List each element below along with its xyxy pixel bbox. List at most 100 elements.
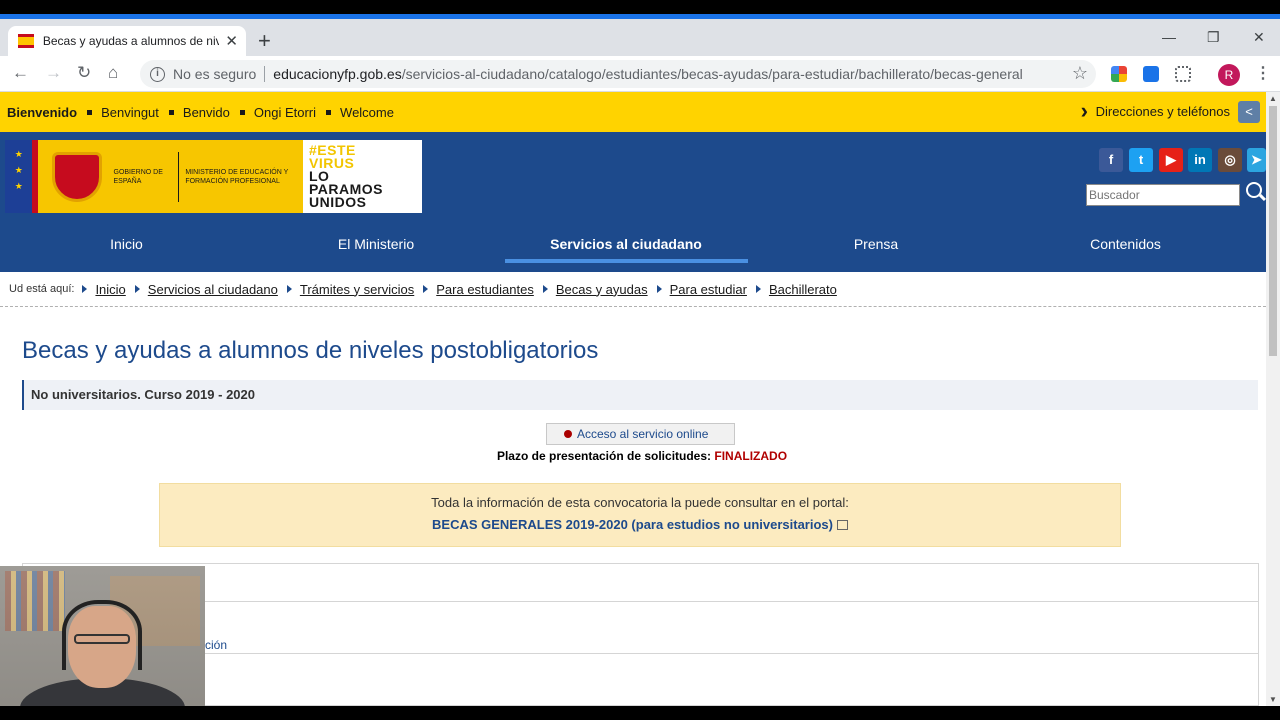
nav-el-ministerio[interactable]: El Ministerio xyxy=(253,236,499,252)
lang-bienvenido[interactable]: Bienvenido xyxy=(7,105,77,120)
breadcrumb-item[interactable]: Inicio xyxy=(95,282,125,297)
info-notice: Toda la información de esta convocatoria… xyxy=(159,483,1121,547)
bullet xyxy=(87,109,93,115)
external-link-icon xyxy=(836,520,848,530)
portal-link[interactable]: BECAS GENERALES 2019-2020 (para estudios… xyxy=(160,517,1120,532)
instagram-icon[interactable]: ◎ xyxy=(1218,148,1242,172)
glasses xyxy=(74,634,130,644)
logo-government-text: GOBIERNO DE ESPAÑA xyxy=(113,168,163,185)
breadcrumb-item[interactable]: Para estudiar xyxy=(670,282,747,297)
omnibox-divider xyxy=(264,66,266,82)
lang-benvido[interactable]: Benvido xyxy=(183,105,230,120)
main-navigation: Inicio El Ministerio Servicios al ciudad… xyxy=(0,224,1266,272)
breadcrumb-arrow-icon xyxy=(542,285,548,293)
breadcrumb-label: Ud está aquí: xyxy=(9,283,75,295)
browser-menu-icon[interactable]: ⋮ xyxy=(1255,63,1271,83)
accordion-list xyxy=(22,563,1259,706)
breadcrumb: Ud está aquí: Inicio Servicios al ciudad… xyxy=(0,272,1266,307)
browser-tab[interactable]: Becas y ayudas a alumnos de niv ✕ xyxy=(8,26,246,56)
list-item[interactable] xyxy=(23,564,1258,602)
logo-divider xyxy=(178,151,180,202)
linkedin-icon[interactable]: in xyxy=(1188,148,1212,172)
deadline-status: FINALIZADO xyxy=(714,449,788,463)
breadcrumb-arrow-icon xyxy=(755,285,761,293)
breadcrumb-arrow-icon xyxy=(82,285,88,293)
page-scrollbar[interactable]: ▲ ▼ xyxy=(1266,92,1280,706)
breadcrumb-arrow-icon xyxy=(134,285,140,293)
search-icon[interactable] xyxy=(1246,182,1262,198)
government-logo[interactable]: ★ ★ ★ GOBIERNO DE ESPAÑA MINISTERIO DE EDU… xyxy=(5,140,303,213)
minimize-icon[interactable]: — xyxy=(1162,29,1176,45)
profile-avatar[interactable]: R xyxy=(1218,64,1240,86)
site-info-icon[interactable]: i xyxy=(150,66,165,82)
restore-icon[interactable]: ❐ xyxy=(1207,29,1220,46)
bullet xyxy=(326,109,332,115)
extension-icon[interactable] xyxy=(1111,66,1127,82)
breadcrumb-item[interactable]: Bachillerato xyxy=(769,282,837,297)
info-text: Toda la información de esta convocatoria… xyxy=(431,495,849,510)
address-bar[interactable]: i No es seguro educacionyfp.gob.es /serv… xyxy=(140,60,1096,88)
eu-flag-icon: ★ ★ ★ xyxy=(5,140,33,213)
url-path: /servicios-al-ciudadano/catalogo/estudia… xyxy=(401,66,1022,82)
online-access-button[interactable]: Acceso al servicio online xyxy=(546,423,735,445)
course-subtitle: No universitarios. Curso 2019 - 2020 xyxy=(22,380,1258,410)
scrollbar-thumb[interactable] xyxy=(1269,106,1277,356)
campaign-line: UNIDOS xyxy=(309,194,367,210)
bullet xyxy=(239,109,245,115)
page-title: Becas y ayudas a alumnos de niveles post… xyxy=(22,337,599,364)
window-close-icon[interactable]: ✕ xyxy=(1253,29,1265,46)
telegram-icon[interactable]: ➤ xyxy=(1247,148,1266,172)
spain-flag-favicon-icon xyxy=(18,34,34,48)
search-input[interactable] xyxy=(1086,184,1240,206)
lang-benvingut[interactable]: Benvingut xyxy=(101,105,159,120)
language-bar: Bienvenido Benvingut Benvido Ongi Etorri… xyxy=(0,92,1266,132)
breadcrumb-arrow-icon xyxy=(286,285,292,293)
list-item[interactable] xyxy=(23,654,1258,706)
deadline-label: Plazo de presentación de solicitudes: xyxy=(496,449,712,463)
bullet xyxy=(168,109,174,115)
nav-contenidos[interactable]: Contenidos xyxy=(999,236,1252,252)
forward-icon[interactable]: → xyxy=(45,63,62,83)
lang-ongi-etorri[interactable]: Ongi Etorri xyxy=(254,105,316,120)
nav-prensa[interactable]: Prensa xyxy=(753,236,999,252)
bookmark-star-icon[interactable]: ☆ xyxy=(1072,63,1088,84)
chevron-right-icon: › xyxy=(1080,98,1088,123)
nav-servicios-ciudadano[interactable]: Servicios al ciudadano xyxy=(499,236,753,252)
status-dot-icon xyxy=(564,430,572,438)
deadline-line: Plazo de presentación de solicitudes: FI… xyxy=(0,449,1266,463)
back-icon[interactable]: ← xyxy=(12,63,29,83)
youtube-icon[interactable]: ▶ xyxy=(1159,148,1183,172)
browser-toolbar: ← → ↻ ⌂ i No es seguro educacionyfp.gob.… xyxy=(0,56,1280,92)
extensions-grid-icon[interactable] xyxy=(1175,66,1191,82)
active-nav-indicator xyxy=(505,259,748,263)
directions-phones-link[interactable]: Direcciones y teléfonos xyxy=(1096,104,1230,119)
facebook-icon[interactable]: f xyxy=(1099,148,1123,172)
campaign-logo[interactable]: #ESTE VIRUS LO PARAMOS UNIDOS xyxy=(303,140,422,213)
breadcrumb-arrow-icon xyxy=(656,285,662,293)
flag-stripe xyxy=(32,140,39,213)
nav-inicio[interactable]: Inicio xyxy=(0,236,253,252)
reload-icon[interactable]: ↻ xyxy=(77,63,91,83)
portal-link-label: BECAS GENERALES 2019-2020 (para estudios… xyxy=(432,517,833,532)
extension-d-icon[interactable] xyxy=(1143,66,1159,82)
lang-welcome[interactable]: Welcome xyxy=(340,105,394,120)
scroll-up-icon[interactable]: ▲ xyxy=(1269,94,1277,103)
breadcrumb-arrow-icon xyxy=(423,285,429,293)
security-status: No es seguro xyxy=(173,66,257,82)
list-item-partial-label: ción xyxy=(205,638,228,652)
breadcrumb-item[interactable]: Trámites y servicios xyxy=(300,282,414,297)
breadcrumb-item[interactable]: Para estudiantes xyxy=(436,282,534,297)
share-icon[interactable]: < xyxy=(1238,101,1260,123)
new-tab-button[interactable]: + xyxy=(258,28,271,54)
online-access-label: Acceso al servicio online xyxy=(577,427,709,441)
twitter-icon[interactable]: t xyxy=(1129,148,1153,172)
coat-of-arms-icon xyxy=(52,151,102,202)
breadcrumb-item[interactable]: Becas y ayudas xyxy=(556,282,648,297)
browser-window: Becas y ayudas a alumnos de niv ✕ + — ❐ … xyxy=(0,14,1280,706)
scroll-down-icon[interactable]: ▼ xyxy=(1269,695,1277,704)
home-icon[interactable]: ⌂ xyxy=(108,63,118,83)
breadcrumb-item[interactable]: Servicios al ciudadano xyxy=(148,282,278,297)
url-domain: educacionyfp.gob.es xyxy=(273,66,402,82)
tab-title: Becas y ayudas a alumnos de niv xyxy=(42,34,220,48)
tab-close-icon[interactable]: ✕ xyxy=(225,32,238,50)
